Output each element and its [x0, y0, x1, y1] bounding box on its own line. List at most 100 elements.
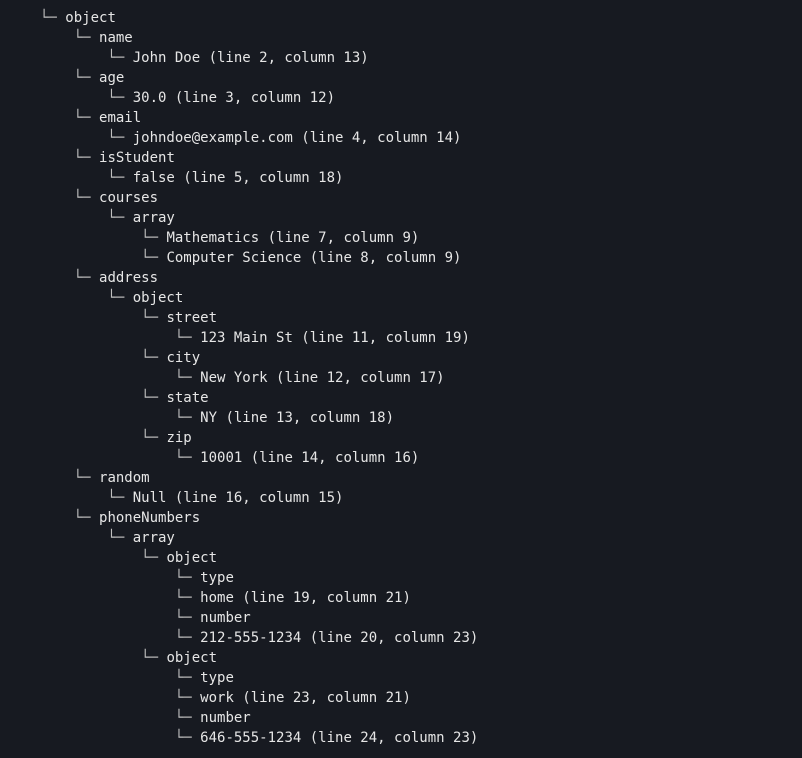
tree-node-label: zip: [166, 430, 191, 446]
tree-branch-icon: └─: [40, 230, 166, 246]
tree-line: └─ random: [40, 468, 802, 488]
tree-branch-icon: └─: [40, 630, 200, 646]
tree-line: └─ NY (line 13, column 18): [40, 408, 802, 428]
tree-line: └─ number: [40, 608, 802, 628]
tree-node-label: object: [166, 550, 217, 566]
tree-branch-icon: └─: [40, 350, 166, 366]
tree-branch-icon: └─: [40, 70, 99, 86]
tree-node-label: false (line 5, column 18): [133, 170, 344, 186]
tree-line: └─ courses: [40, 188, 802, 208]
tree-node-label: array: [133, 530, 175, 546]
tree-line: └─ John Doe (line 2, column 13): [40, 48, 802, 68]
tree-line: └─ age: [40, 68, 802, 88]
tree-node-label: 10001 (line 14, column 16): [200, 450, 419, 466]
tree-branch-icon: └─: [40, 410, 200, 426]
tree-line: └─ type: [40, 668, 802, 688]
tree-branch-icon: └─: [40, 390, 166, 406]
tree-branch-icon: └─: [40, 570, 200, 586]
tree-line: └─ Null (line 16, column 15): [40, 488, 802, 508]
tree-line: └─ object: [40, 648, 802, 668]
tree-node-label: 123 Main St (line 11, column 19): [200, 330, 470, 346]
tree-node-label: state: [166, 390, 208, 406]
tree-node-label: array: [133, 210, 175, 226]
tree-node-label: type: [200, 570, 234, 586]
tree-line: └─ johndoe@example.com (line 4, column 1…: [40, 128, 802, 148]
tree-node-label: email: [99, 110, 141, 126]
tree-line: └─ 212-555-1234 (line 20, column 23): [40, 628, 802, 648]
tree-branch-icon: └─: [40, 550, 166, 566]
tree-node-label: type: [200, 670, 234, 686]
tree-line: └─ object: [40, 288, 802, 308]
tree-branch-icon: └─: [40, 130, 133, 146]
tree-line: └─ array: [40, 208, 802, 228]
tree-branch-icon: └─: [40, 530, 133, 546]
tree-node-label: random: [99, 470, 150, 486]
tree-node-label: home (line 19, column 21): [200, 590, 411, 606]
tree-node-label: John Doe (line 2, column 13): [133, 50, 369, 66]
tree-branch-icon: └─: [40, 370, 200, 386]
tree-node-label: name: [99, 30, 133, 46]
tree-branch-icon: └─: [40, 650, 166, 666]
tree-node-label: city: [166, 350, 200, 366]
tree-node-label: work (line 23, column 21): [200, 690, 411, 706]
tree-node-label: age: [99, 70, 124, 86]
tree-branch-icon: └─: [40, 10, 65, 26]
tree-node-label: number: [200, 610, 251, 626]
tree-branch-icon: └─: [40, 430, 166, 446]
tree-line: └─ phoneNumbers: [40, 508, 802, 528]
tree-line: └─ 30.0 (line 3, column 12): [40, 88, 802, 108]
tree-node-label: 646-555-1234 (line 24, column 23): [200, 730, 478, 746]
tree-line: └─ New York (line 12, column 17): [40, 368, 802, 388]
tree-branch-icon: └─: [40, 450, 200, 466]
tree-branch-icon: └─: [40, 310, 166, 326]
tree-line: └─ 123 Main St (line 11, column 19): [40, 328, 802, 348]
tree-node-label: Null (line 16, column 15): [133, 490, 344, 506]
tree-branch-icon: └─: [40, 490, 133, 506]
tree-branch-icon: └─: [40, 730, 200, 746]
tree-line: └─ 10001 (line 14, column 16): [40, 448, 802, 468]
tree-line: └─ false (line 5, column 18): [40, 168, 802, 188]
tree-branch-icon: └─: [40, 670, 200, 686]
tree-node-label: 212-555-1234 (line 20, column 23): [200, 630, 478, 646]
tree-branch-icon: └─: [40, 110, 99, 126]
tree-line: └─ array: [40, 528, 802, 548]
tree-branch-icon: └─: [40, 270, 99, 286]
tree-node-label: New York (line 12, column 17): [200, 370, 444, 386]
tree-branch-icon: └─: [40, 330, 200, 346]
tree-branch-icon: └─: [40, 290, 133, 306]
tree-node-label: object: [166, 650, 217, 666]
tree-line: └─ email: [40, 108, 802, 128]
tree-line: └─ city: [40, 348, 802, 368]
tree-line: └─ state: [40, 388, 802, 408]
tree-line: └─ 646-555-1234 (line 24, column 23): [40, 728, 802, 748]
tree-branch-icon: └─: [40, 470, 99, 486]
tree-branch-icon: └─: [40, 170, 133, 186]
tree-line: └─ home (line 19, column 21): [40, 588, 802, 608]
tree-line: └─ object: [40, 548, 802, 568]
tree-branch-icon: └─: [40, 610, 200, 626]
tree-branch-icon: └─: [40, 150, 99, 166]
tree-line: └─ work (line 23, column 21): [40, 688, 802, 708]
tree-line: └─ street: [40, 308, 802, 328]
tree-node-label: Computer Science (line 8, column 9): [166, 250, 461, 266]
tree-line: └─ address: [40, 268, 802, 288]
tree-node-label: isStudent: [99, 150, 175, 166]
tree-node-label: object: [133, 290, 184, 306]
tree-node-label: 30.0 (line 3, column 12): [133, 90, 335, 106]
tree-line: └─ zip: [40, 428, 802, 448]
tree-node-label: street: [166, 310, 217, 326]
tree-branch-icon: └─: [40, 250, 166, 266]
tree-node-label: number: [200, 710, 251, 726]
tree-branch-icon: └─: [40, 510, 99, 526]
tree-branch-icon: └─: [40, 590, 200, 606]
tree-node-label: courses: [99, 190, 158, 206]
tree-node-label: address: [99, 270, 158, 286]
tree-node-label: Mathematics (line 7, column 9): [166, 230, 419, 246]
tree-branch-icon: └─: [40, 30, 99, 46]
tree-branch-icon: └─: [40, 190, 99, 206]
tree-node-label: object: [65, 10, 116, 26]
tree-line: └─ name: [40, 28, 802, 48]
tree-line: └─ number: [40, 708, 802, 728]
tree-node-label: phoneNumbers: [99, 510, 200, 526]
tree-branch-icon: └─: [40, 50, 133, 66]
